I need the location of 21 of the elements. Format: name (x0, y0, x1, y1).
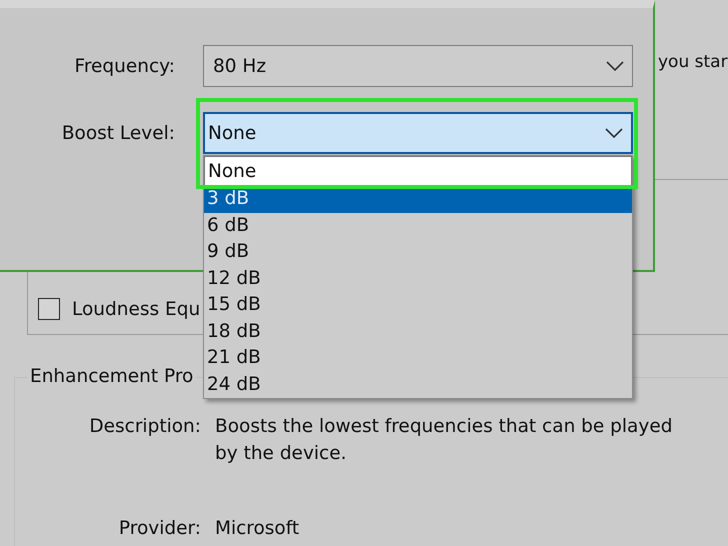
dropdown-option[interactable]: 18 dB (204, 318, 632, 345)
dropdown-option[interactable]: 24 dB (204, 372, 632, 398)
dropdown-option[interactable]: 15 dB (204, 292, 632, 318)
property-label: Provider: (118, 517, 201, 541)
background-text: you star (658, 52, 728, 72)
caret-icon (606, 61, 624, 71)
property-value: Microsoft (215, 517, 300, 541)
dropdown-option[interactable]: 6 dB (204, 212, 632, 239)
dropdown-option[interactable]: 12 dB (204, 266, 632, 292)
dropdown-field[interactable]: 80 Hz (203, 45, 633, 87)
dropdown-option[interactable]: 21 dB (204, 345, 632, 372)
checkbox-label: Loudness Equ (72, 298, 200, 320)
property-value: Boosts the lowest frequencies that can be played by the device. (215, 415, 674, 466)
property-label: Description: (88, 415, 201, 439)
field-label: Boost Level: (60, 122, 175, 144)
field-label: Frequency: (74, 56, 175, 76)
dropdown-option[interactable]: None (204, 156, 632, 186)
caret-icon (605, 128, 623, 138)
checkbox[interactable] (38, 298, 60, 320)
dropdown-field[interactable]: None (203, 112, 633, 154)
dropdown-option[interactable]: 9 dB (204, 239, 632, 266)
